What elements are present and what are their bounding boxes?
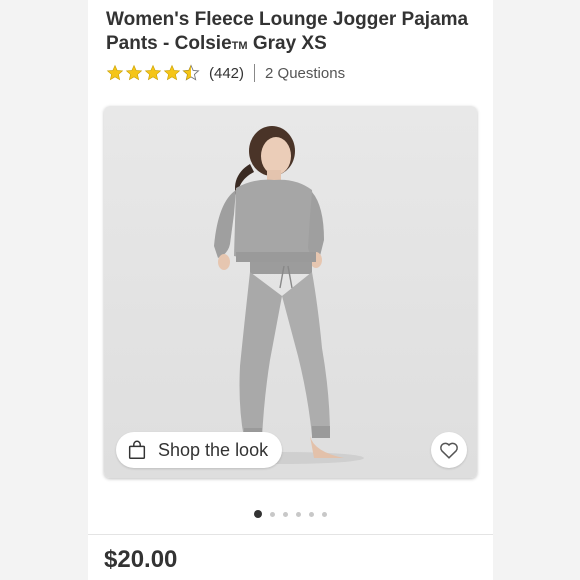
- questions-link[interactable]: 2 Questions: [265, 65, 345, 82]
- shop-the-look-button[interactable]: Shop the look: [116, 432, 283, 468]
- price: $20.00: [104, 546, 178, 573]
- title-line-2-suffix: Gray XS: [247, 33, 327, 54]
- star-icon: [106, 64, 124, 81]
- shop-the-look-label: Shop the look: [158, 439, 269, 460]
- carousel-dots[interactable]: [88, 510, 493, 518]
- rating-row[interactable]: (442) 2 Questions: [106, 62, 345, 84]
- shopping-bag-icon: [128, 440, 146, 459]
- title-line-2-prefix: Pants - Colsie: [106, 33, 232, 54]
- half-star-icon: [182, 64, 200, 81]
- carousel-dot[interactable]: [270, 511, 275, 517]
- model-illustration: [204, 126, 364, 464]
- product-card: Women's Fleece Lounge Jogger Pajama Pant…: [88, 0, 493, 580]
- star-icon: [125, 64, 143, 81]
- favorite-button[interactable]: [431, 432, 467, 468]
- divider: [254, 64, 256, 82]
- heart-icon: [440, 442, 458, 459]
- carousel-dot[interactable]: [309, 511, 314, 517]
- carousel-dot[interactable]: [296, 511, 301, 517]
- carousel-dot[interactable]: [322, 511, 327, 517]
- product-image[interactable]: Shop the look: [104, 106, 477, 478]
- trademark: TM: [231, 40, 248, 52]
- review-count[interactable]: (442): [209, 65, 244, 82]
- product-title: Women's Fleece Lounge Jogger Pajama Pant…: [106, 8, 491, 58]
- title-line-1: Women's Fleece Lounge Jogger Pajama: [106, 9, 469, 30]
- section-divider: [88, 534, 493, 535]
- carousel-dot[interactable]: [283, 511, 288, 517]
- star-icon: [144, 64, 162, 81]
- carousel-dot[interactable]: [254, 510, 262, 518]
- star-rating: [106, 64, 201, 82]
- star-icon: [163, 64, 181, 81]
